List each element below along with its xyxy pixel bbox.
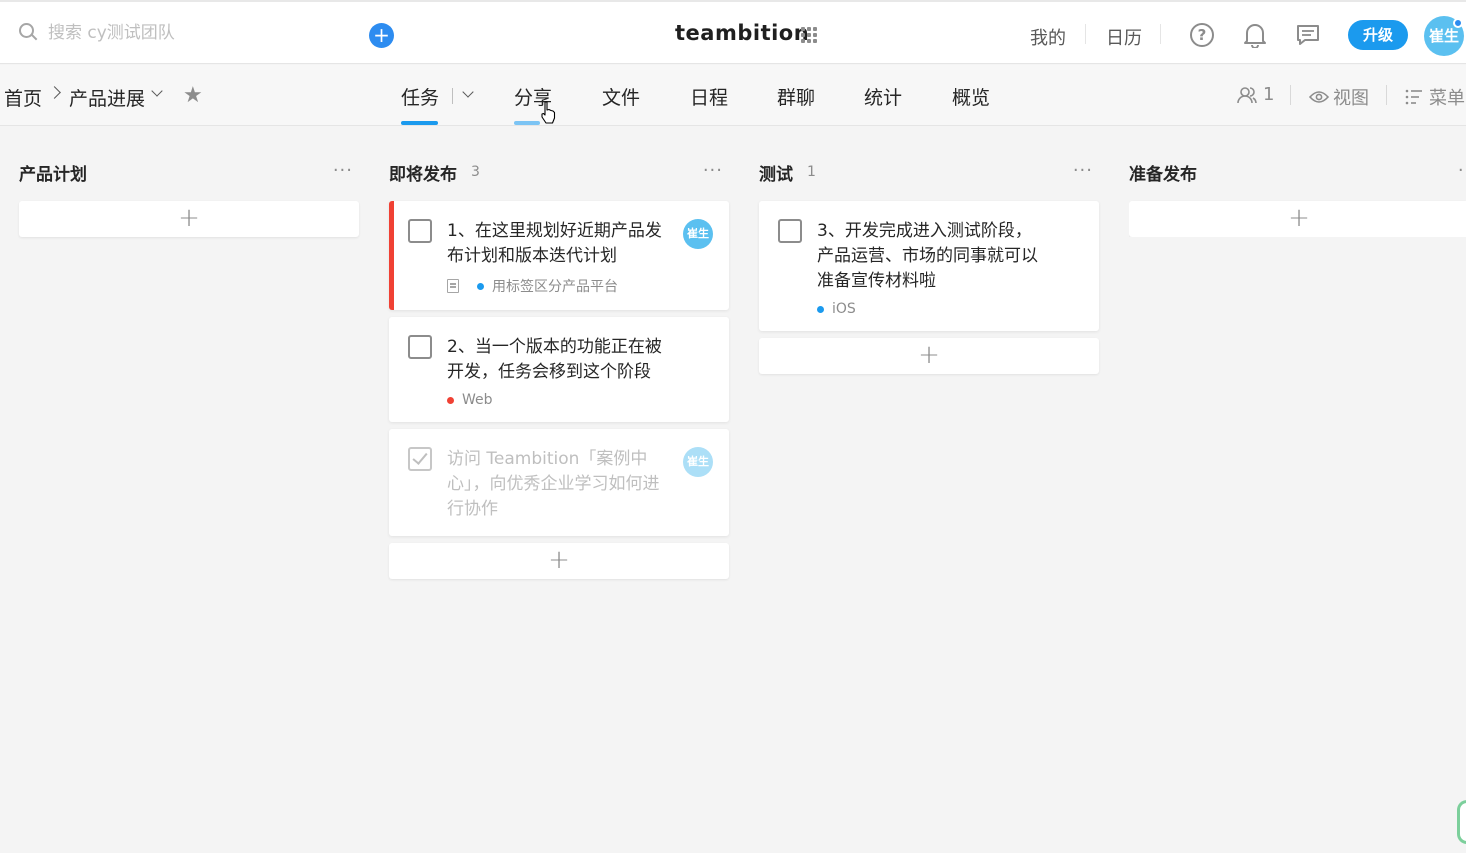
nav-calendar-button[interactable]: 日历 xyxy=(1106,24,1142,50)
quick-add-button[interactable]: + xyxy=(369,23,394,48)
add-task-button[interactable]: + xyxy=(389,543,729,579)
active-tab-indicator xyxy=(401,121,438,125)
top-bar: + teambition 我的 日历 ? 升级 崔生 xyxy=(0,0,1466,64)
task-tag[interactable]: 用标签区分产品平台 xyxy=(492,276,618,296)
task-title: 1、在这里规划好近期产品发布计划和版本迭代计划 xyxy=(447,221,662,266)
notification-dot xyxy=(1453,18,1463,28)
view-button[interactable]: 视图 xyxy=(1309,84,1369,110)
nav-my-button[interactable]: 我的 xyxy=(1030,24,1066,50)
task-card[interactable]: 3、开发完成进入测试阶段，产品运营、市场的同事就可以准备宣传材料啦 iOS xyxy=(759,201,1099,331)
stage-column-testing: 测试 1 ··· 3、开发完成进入测试阶段，产品运营、市场的同事就可以准备宣传材… xyxy=(759,150,1099,374)
task-card[interactable]: 1、在这里规划好近期产品发布计划和版本迭代计划 用标签区分产品平台 崔生 xyxy=(389,201,729,310)
divider xyxy=(452,88,453,104)
upgrade-button[interactable]: 升级 xyxy=(1348,20,1408,50)
tag-dot xyxy=(447,396,454,404)
task-title: 访问 Teambition「案例中心」，向优秀企业学习如何进行协作 xyxy=(447,449,660,519)
message-icon[interactable] xyxy=(1296,24,1320,46)
more-options-icon[interactable]: ··· xyxy=(703,160,723,181)
eye-icon xyxy=(1309,91,1329,103)
stage-column-upcoming: 即将发布 3 ··· 1、在这里规划好近期产品发布计划和版本迭代计划 用标签区分… xyxy=(389,150,729,579)
divider xyxy=(1290,85,1291,105)
search-input[interactable] xyxy=(48,23,348,43)
column-header: 产品计划 ··· xyxy=(19,150,359,194)
menu-list-icon xyxy=(1405,89,1422,105)
hover-tab-indicator xyxy=(514,121,540,125)
task-checkbox[interactable] xyxy=(408,219,432,243)
column-title: 产品计划 xyxy=(19,164,87,185)
task-meta: iOS xyxy=(817,301,1043,317)
tab-schedule[interactable]: 日程 xyxy=(690,83,728,110)
tab-statistics[interactable]: 统计 xyxy=(864,83,902,110)
task-tag[interactable]: Web xyxy=(462,392,493,408)
tab-group-chat[interactable]: 群聊 xyxy=(777,83,815,110)
divider xyxy=(1160,24,1161,44)
column-title: 测试 xyxy=(759,164,793,185)
tag-dot xyxy=(477,282,484,290)
chevron-right-icon xyxy=(48,86,61,99)
column-count: 3 xyxy=(471,164,480,180)
view-label: 视图 xyxy=(1333,88,1369,109)
task-checkbox-checked[interactable] xyxy=(408,447,432,471)
menu-label: 菜单 xyxy=(1429,88,1465,109)
stage-column-release-prep: 准备发布 ··· + xyxy=(1129,150,1466,237)
breadcrumb-home[interactable]: 首页 xyxy=(4,84,42,111)
stage-column-planning: 产品计划 ··· + xyxy=(19,150,359,237)
star-icon[interactable]: ★ xyxy=(183,83,203,108)
task-card-completed[interactable]: 访问 Teambition「案例中心」，向优秀企业学习如何进行协作 崔生 xyxy=(389,429,729,536)
column-header: 测试 1 ··· xyxy=(759,150,1099,194)
add-task-button[interactable]: + xyxy=(759,338,1099,374)
project-header: 首页 产品进展 ★ 任务 分享 文件 日程 群聊 统计 概览 1 视图 菜单 xyxy=(0,65,1466,126)
divider xyxy=(1386,85,1387,105)
column-header: 即将发布 3 ··· xyxy=(389,150,729,194)
search-box[interactable] xyxy=(18,22,348,44)
assignee-avatar[interactable]: 崔生 xyxy=(683,447,713,477)
assignee-avatar[interactable]: 崔生 xyxy=(683,219,713,249)
column-title: 准备发布 xyxy=(1129,164,1197,185)
app-logo[interactable]: teambition xyxy=(675,21,809,45)
column-header: 准备发布 ··· xyxy=(1129,150,1466,194)
mouse-cursor-icon xyxy=(541,101,556,124)
add-task-button[interactable]: + xyxy=(19,201,359,237)
column-count: 1 xyxy=(807,164,816,180)
more-options-icon[interactable]: ··· xyxy=(333,160,353,181)
divider xyxy=(1085,24,1086,44)
task-tag[interactable]: iOS xyxy=(832,301,856,317)
task-checkbox[interactable] xyxy=(408,335,432,359)
floating-assistant-button[interactable] xyxy=(1457,800,1466,844)
add-task-button[interactable]: + xyxy=(1129,201,1466,237)
chevron-down-icon[interactable] xyxy=(151,85,163,97)
members-button[interactable]: 1 xyxy=(1237,84,1274,105)
tab-files[interactable]: 文件 xyxy=(602,83,640,110)
more-options-icon[interactable]: ··· xyxy=(1458,160,1466,181)
help-icon[interactable]: ? xyxy=(1190,23,1214,47)
task-title: 2、当一个版本的功能正在被开发，任务会移到这个阶段 xyxy=(447,337,662,382)
members-count: 1 xyxy=(1263,84,1275,105)
tab-dropdown-chevron-icon[interactable] xyxy=(462,86,474,98)
task-meta: 用标签区分产品平台 xyxy=(447,276,673,296)
breadcrumb-project[interactable]: 产品进展 xyxy=(69,84,145,111)
task-checkbox[interactable] xyxy=(778,219,802,243)
search-icon xyxy=(18,22,40,44)
tab-overview[interactable]: 概览 xyxy=(952,83,990,110)
tab-tasks[interactable]: 任务 xyxy=(401,83,439,110)
task-meta: Web xyxy=(447,392,673,408)
task-title: 3、开发完成进入测试阶段，产品运营、市场的同事就可以准备宣传材料啦 xyxy=(817,221,1038,291)
bell-icon[interactable] xyxy=(1243,22,1267,48)
menu-button[interactable]: 菜单 xyxy=(1405,84,1465,110)
note-icon xyxy=(447,279,459,293)
task-card[interactable]: 2、当一个版本的功能正在被开发，任务会移到这个阶段 Web xyxy=(389,317,729,422)
column-title: 即将发布 xyxy=(389,164,457,185)
members-icon xyxy=(1237,86,1257,103)
tag-dot xyxy=(817,305,824,313)
more-options-icon[interactable]: ··· xyxy=(1073,160,1093,181)
app-grid-icon[interactable] xyxy=(801,27,817,43)
